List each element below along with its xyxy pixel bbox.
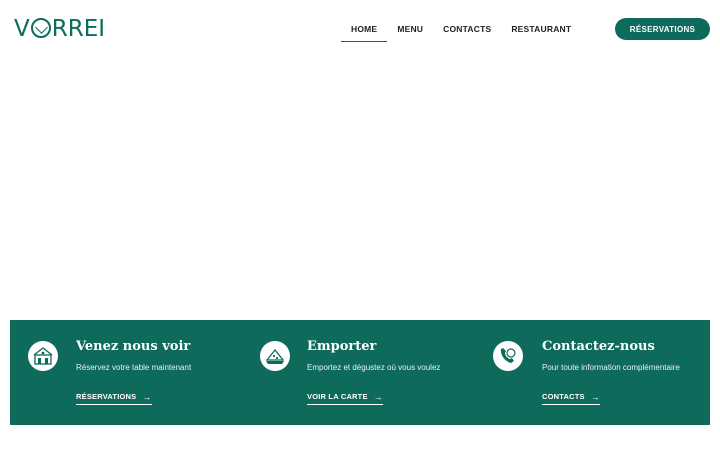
feature-title: Venez nous voir — [76, 339, 191, 354]
feature-card-contact: Contactez-nous Pour toute information co… — [493, 320, 710, 425]
nav-menu[interactable]: MENU — [387, 18, 433, 42]
main-nav: HOME MENU CONTACTS RESTAURANT — [341, 18, 581, 42]
reservations-button[interactable]: RÉSERVATIONS — [615, 18, 710, 40]
arrow-right-icon: → — [590, 391, 600, 402]
site-logo[interactable]: V RREI — [14, 16, 105, 42]
logo-letter-v: V — [14, 16, 30, 42]
feature-title: Emporter — [307, 339, 377, 354]
site-header: V RREI HOME MENU CONTACTS RESTAURANT RÉSE… — [0, 0, 720, 58]
pizza-box-icon — [260, 341, 290, 371]
link-label: VOIR LA CARTE — [307, 392, 368, 401]
nav-contacts[interactable]: CONTACTS — [433, 18, 501, 42]
reservations-link[interactable]: RÉSERVATIONS → — [76, 392, 152, 405]
feature-card-visit: Venez nous voir Réservez votre table mai… — [28, 320, 248, 425]
link-label: CONTACTS — [542, 392, 585, 401]
phone-dish-icon — [493, 341, 523, 371]
nav-restaurant[interactable]: RESTAURANT — [501, 18, 581, 42]
feature-subtitle: Pour toute information complémentaire — [542, 363, 680, 372]
restaurant-building-icon — [28, 341, 58, 371]
feature-subtitle: Emportez et dégustez où vous voulez — [307, 363, 441, 372]
features-band: Venez nous voir Réservez votre table mai… — [10, 320, 710, 425]
contacts-link[interactable]: CONTACTS → — [542, 392, 600, 405]
feature-card-takeaway: Emporter Emportez et dégustez où vous vo… — [260, 320, 480, 425]
arrow-right-icon: → — [373, 391, 383, 402]
nav-home[interactable]: HOME — [341, 18, 388, 42]
logo-letters-rrei: RREI — [51, 16, 106, 42]
menu-card-link[interactable]: VOIR LA CARTE → — [307, 392, 383, 405]
logo-o-glyph — [30, 17, 51, 38]
feature-title: Contactez-nous — [542, 339, 655, 354]
logo-text: V RREI — [14, 16, 105, 42]
arrow-right-icon: → — [142, 391, 152, 402]
feature-subtitle: Réservez votre table maintenant — [76, 363, 192, 372]
link-label: RÉSERVATIONS — [76, 392, 137, 401]
